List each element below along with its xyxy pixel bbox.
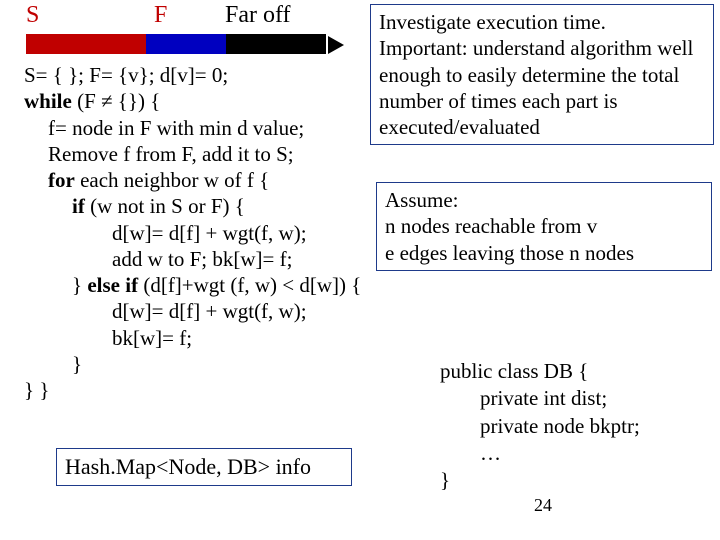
code-line: } <box>440 467 710 494</box>
bar-settled <box>26 34 146 54</box>
label-far-off: Far off <box>225 2 291 29</box>
code-line: } } <box>24 377 424 403</box>
note-text: Hash.Map<Node, DB> info <box>65 454 311 479</box>
class-db-snippet: public class DB { private int dist; priv… <box>440 358 710 494</box>
code-line: (d[f]+wgt (f, w) < d[w]) { <box>138 273 361 297</box>
note-text: Assume: <box>385 187 703 213</box>
code-line: add w to F; bk[w]= f; <box>24 246 424 272</box>
code-line: private node bkptr; <box>440 413 710 440</box>
note-text: Investigate execution time. <box>379 9 705 35</box>
code-line: } <box>72 273 87 297</box>
code-line: bk[w]= f; <box>24 325 424 351</box>
note-text: n nodes reachable from v <box>385 213 703 239</box>
code-line: } <box>24 351 424 377</box>
note-assumptions: Assume: n nodes reachable from v e edges… <box>376 182 712 271</box>
kw-for: for <box>48 168 75 192</box>
code-line: Remove f from F, add it to S; <box>24 141 424 167</box>
pseudocode-block: S= { }; F= {v}; d[v]= 0; while (F ≠ {}) … <box>24 62 424 403</box>
color-bar <box>26 34 326 54</box>
code-line: (w not in S or F) { <box>85 194 245 218</box>
code-line: S= { }; F= {v}; d[v]= 0; <box>24 63 228 87</box>
arrow-icon <box>328 36 344 54</box>
bar-faroff <box>226 34 326 54</box>
note-text: e edges leaving those n nodes <box>385 240 703 266</box>
code-line: private int dist; <box>440 385 710 412</box>
code-line: public class DB { <box>440 358 710 385</box>
note-text: Important: understand algorithm well eno… <box>379 35 705 140</box>
label-f: F <box>154 2 167 29</box>
bar-frontier <box>146 34 226 54</box>
slide-number: 24 <box>534 495 552 516</box>
label-s: S <box>26 2 39 29</box>
code-line: each neighbor w of f { <box>75 168 269 192</box>
note-hashmap: Hash.Map<Node, DB> info <box>56 448 352 486</box>
code-line: (F ≠ {}) { <box>72 89 160 113</box>
code-line: … <box>440 440 710 467</box>
code-line: f= node in F with min d value; <box>24 115 424 141</box>
kw-elseif: else if <box>87 273 138 297</box>
code-line: d[w]= d[f] + wgt(f, w); <box>24 298 424 324</box>
kw-if: if <box>72 194 85 218</box>
kw-while: while <box>24 89 72 113</box>
code-line: d[w]= d[f] + wgt(f, w); <box>24 220 424 246</box>
note-execution-time: Investigate execution time. Important: u… <box>370 4 714 145</box>
